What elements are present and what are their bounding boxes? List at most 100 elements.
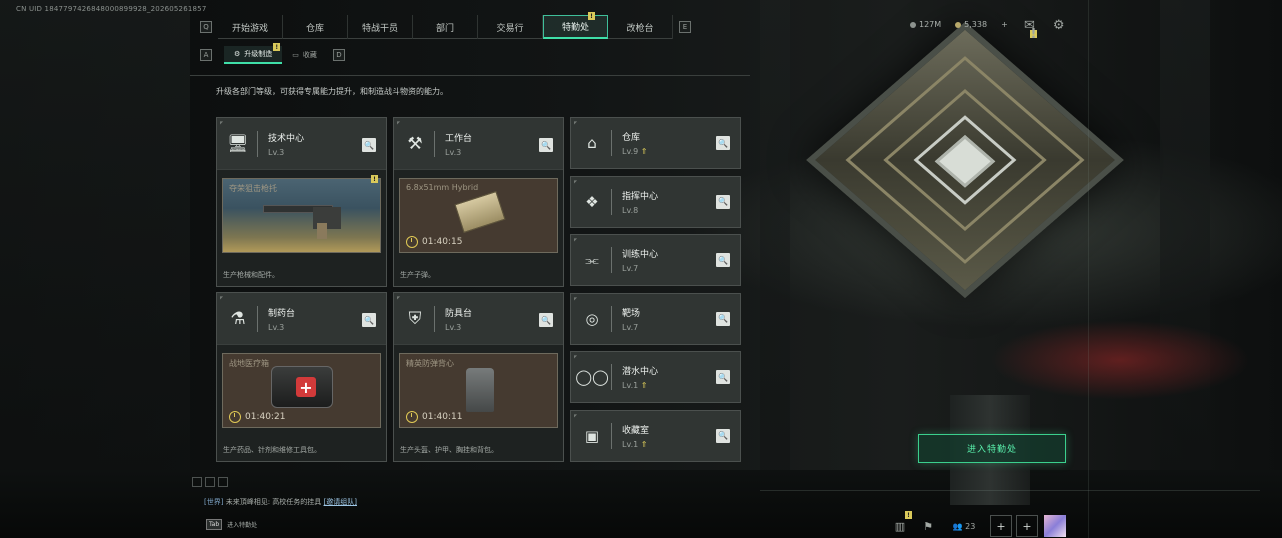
search-icon[interactable]: 🔍 [716,370,730,384]
tab-4[interactable]: 交易行 [478,15,543,39]
armor-icon: ⛨ [408,308,422,329]
divider [611,188,612,215]
main-nav: Q 开始游戏 仓库 特战干员 部门 交易行 特勤处! 改枪台 E [200,12,705,39]
corner-tag: ◤ [397,120,401,125]
stats-icon[interactable]: ▥! [886,511,914,537]
facility-card[interactable]: ◤ ⚒ 工作台 Lv.3 🔍 6.8x51mm Hybrid 01:40:15 … [393,117,564,287]
facility-level: Lv.7 [622,264,639,273]
subtab-upgrade[interactable]: ⚙ 升级制造 ! [224,43,283,64]
tab-label: 改枪台 [626,23,654,34]
tab-6[interactable]: 改枪台 [608,15,673,39]
facility-card[interactable]: ◤ ⚗ 制药台 Lv.3 🔍 战地医疗箱 + 01:40:21 生产药品、针剂和… [216,292,387,462]
facility-header: ◤ ❖ 指挥中心 Lv.8 🔍 [571,176,740,227]
add-squad-slot-button[interactable]: + [1016,515,1038,537]
subtab-collection[interactable]: ▭ 收藏 [282,46,327,64]
quick-slot[interactable] [218,477,228,487]
tab-label: 仓库 [305,23,324,34]
facility-card-small[interactable]: ◤ ◯◯ 潜水中心 Lv.1 ⇑ 🔍 [570,351,741,403]
subnav-next-key[interactable]: D [332,49,345,61]
product-name: 战地医疗箱 [229,359,269,368]
add-currency-button[interactable]: + [1001,20,1008,29]
coin-balance: 127M [910,20,941,29]
avatar[interactable] [1044,515,1066,537]
facility-card[interactable]: ◤ 🖥 技术中心 Lv.3 🔍 夺荣狙击枪托 ! 生产枪械和配件。 [216,117,387,287]
medkit-image: + [271,366,333,408]
enter-special-ops-button[interactable]: 进入特勤处 [918,434,1066,463]
facility-header: ◤ ⫘ 训练中心 Lv.7 🔍 [571,235,740,285]
upgrade-arrow-icon: ⇑ [640,439,648,449]
subtab-label: 收藏 [302,51,317,59]
search-icon[interactable]: 🔍 [539,313,553,327]
page-description: 升级各部门等级，可获得专属能力提升，和制造战斗物资的能力。 [216,87,448,96]
tab-label: 开始游戏 [231,23,268,34]
add-squad-slot-button[interactable]: + [990,515,1012,537]
facility-level-row: Lv.7 [622,323,640,332]
mail-icon[interactable]: ✉! [1024,18,1037,42]
chat-invite-link[interactable]: [邀请组队] [324,498,357,506]
special-ops-cube [806,21,1124,299]
search-icon[interactable]: 🔍 [539,138,553,152]
facility-card[interactable]: ◤ ⛨ 防具台 Lv.3 🔍 精英防弹背心 01:40:11 生产头盔、护甲、胸… [393,292,564,462]
divider [434,130,435,157]
facility-name: 收藏室 [622,425,650,436]
corner-tag: ◤ [574,178,578,184]
tab-1[interactable]: 仓库 [283,15,348,39]
tab-0[interactable]: 开始游戏 [218,15,283,39]
hud-line [1088,0,1089,538]
friends-count[interactable]: 👥 23 [942,515,986,537]
tools-icon: ⚒ [407,133,423,154]
product-name: 精英防弹背心 [406,359,454,368]
production-slot[interactable]: 战地医疗箱 + 01:40:21 [222,353,381,428]
search-icon[interactable]: 🔍 [716,253,730,267]
facility-card-small[interactable]: ◤ ⌂ 仓库 Lv.9 ⇑ 🔍 [570,117,741,169]
search-icon[interactable]: 🔍 [716,136,730,150]
settings-gear-icon[interactable]: ⚙ [1053,18,1065,41]
facility-name: 制药台 [268,308,296,319]
ammo-box-image [454,190,506,234]
facility-header: ◤ ◯◯ 潜水中心 Lv.1 ⇑ 🔍 [571,352,740,402]
tab-5[interactable]: 特勤处! [543,12,608,39]
facility-card-small[interactable]: ◤ ▣ 收藏室 Lv.1 ⇑ 🔍 [570,409,741,462]
facility-level: Lv.3 [268,147,285,157]
facility-name: 技术中心 [268,133,305,144]
sub-nav: A ⚙ 升级制造 ! ▭ 收藏 D [200,43,345,64]
nav-next-key[interactable]: E [679,21,691,33]
tab-label: 交易行 [496,23,524,34]
production-timer: 01:40:11 [406,411,462,423]
facility-name: 靶场 [622,308,641,319]
facility-level: Lv.9 [622,147,639,156]
tab-label: 特勤处 [561,23,589,33]
tab-hint-label: 进入特勤处 [227,522,258,529]
quick-slot[interactable] [205,477,215,487]
tab-hint[interactable]: Tab 进入特勤处 [206,519,257,530]
chat-line: [世界] 未来頂峰相见: 高校任务的挂具 [邀请组队] [204,497,357,507]
production-slot[interactable]: 夺荣狙击枪托 ! [222,175,381,253]
search-icon[interactable]: 🔍 [716,311,730,326]
divider [434,305,435,332]
product-name: 夺荣狙击枪托 [229,184,277,193]
facility-card-small[interactable]: ◤ ◎ 靶场 Lv.7 🔍 [570,292,741,345]
quick-slot[interactable] [192,477,202,487]
subnav-prev-key[interactable]: A [200,49,212,61]
search-icon[interactable]: 🔍 [716,428,730,443]
facility-card-small[interactable]: ◤ ❖ 指挥中心 Lv.8 🔍 [570,175,741,228]
production-slot[interactable]: 6.8x51mm Hybrid 01:40:15 [399,178,558,253]
hud-line [760,490,1260,491]
search-icon[interactable]: 🔍 [716,194,730,209]
production-slot[interactable]: 精英防弹背心 01:40:11 [399,353,558,428]
facility-header: ◤ ⛨ 防具台 Lv.3 🔍 [394,293,563,345]
search-icon[interactable]: 🔍 [362,313,376,327]
flag-icon[interactable]: ⚑ [914,515,942,537]
corner-tag: ◤ [574,354,578,359]
quick-slots [192,477,228,487]
divider [611,130,612,156]
nav-prev-key[interactable]: Q [200,21,212,33]
divider [611,422,612,449]
search-icon[interactable]: 🔍 [362,138,376,152]
facility-card-small[interactable]: ◤ ⫘ 训练中心 Lv.7 🔍 [570,234,741,286]
notification-badge: ! [588,12,595,20]
tab-3[interactable]: 部门 [413,15,478,39]
divider [190,75,750,76]
tab-2[interactable]: 特战干员 [348,15,413,39]
notification-badge: ! [273,43,281,51]
